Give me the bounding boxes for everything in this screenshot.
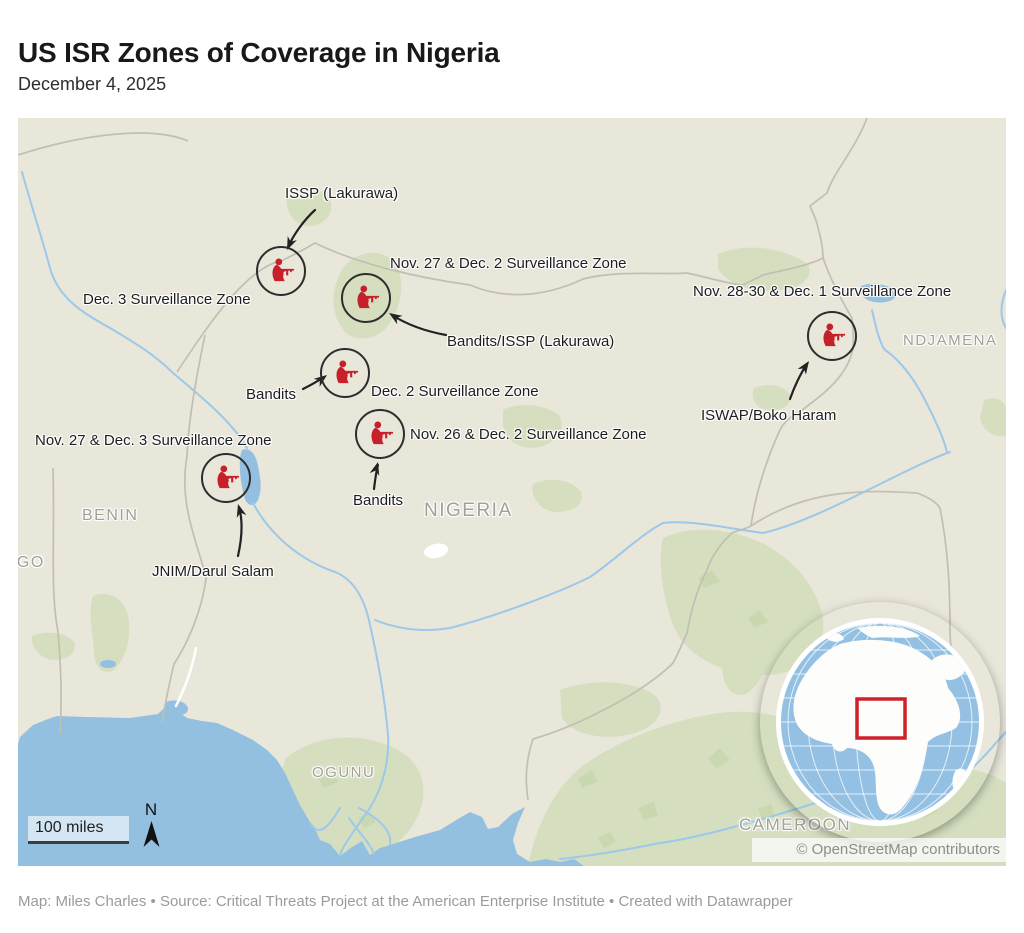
locator-globe-inset [760, 602, 1000, 842]
zone-label-dec3-zone: Dec. 3 Surveillance Zone [83, 291, 251, 308]
zone-label-nov27-dec2-zone: Nov. 27 & Dec. 2 Surveillance Zone [390, 255, 627, 272]
zone-label-bandits-issp-lakurawa: Bandits/ISSP (Lakurawa) [447, 333, 614, 350]
osm-attribution[interactable]: © OpenStreetMap contributors [752, 838, 1006, 862]
scale-bar-line [28, 841, 129, 844]
north-label: N [136, 800, 166, 820]
globe-icon [760, 602, 1000, 842]
scale-bar-label: 100 miles [35, 819, 103, 837]
north-arrow-icon [143, 821, 160, 848]
zone-label-nov26-dec2-zone: Nov. 26 & Dec. 2 Surveillance Zone [410, 426, 647, 443]
north-indicator: N [136, 800, 166, 848]
zone-label-iswap-boko-haram: ISWAP/Boko Haram [701, 407, 836, 424]
scale-bar: 100 miles [28, 816, 129, 844]
page-title: US ISR Zones of Coverage in Nigeria [18, 37, 500, 69]
map-canvas: BENINTOGONIGERIAOGUNUNDJAMENACAMEROON IS… [18, 118, 1006, 866]
zone-label-bandits-2: Bandits [353, 492, 403, 509]
zone-label-jnim-darul-salam: JNIM/Darul Salam [152, 563, 274, 580]
footer-credit: Map: Miles Charles • Source: Critical Th… [18, 893, 793, 910]
page-subtitle: December 4, 2025 [18, 74, 166, 95]
zone-label-dec2-zone: Dec. 2 Surveillance Zone [371, 383, 539, 400]
zone-label-issp-lakurawa: ISSP (Lakurawa) [285, 185, 398, 202]
zone-label-nov27-dec3-zone: Nov. 27 & Dec. 3 Surveillance Zone [35, 432, 272, 449]
zone-label-nov2830-dec1-zone: Nov. 28-30 & Dec. 1 Surveillance Zone [693, 283, 951, 300]
zone-label-bandits-1: Bandits [246, 386, 296, 403]
